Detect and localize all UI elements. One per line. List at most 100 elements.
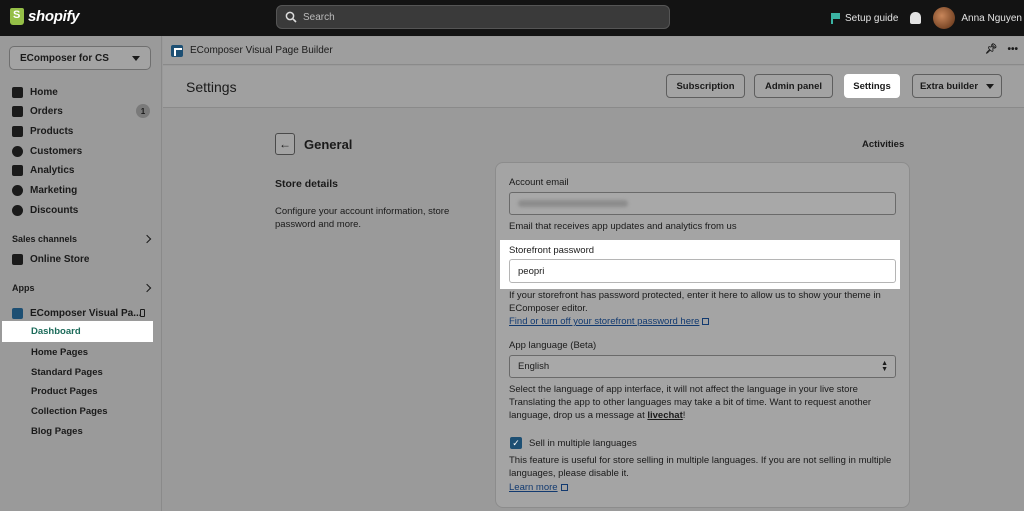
- checkmark-icon: ✓: [512, 437, 520, 448]
- storefront-password-field[interactable]: peopri: [509, 259, 896, 283]
- sell-multiple-languages-label: Sell in multiple languages: [529, 438, 637, 449]
- sidebar-item-orders[interactable]: Orders: [12, 102, 63, 120]
- app-title: EComposer Visual Page Builder: [190, 45, 333, 56]
- arrow-left-icon: ←: [279, 137, 291, 151]
- language-help-line2: Translating the app to other languages m…: [509, 397, 872, 408]
- sidebar-item-label: Marketing: [30, 184, 78, 196]
- search-placeholder: Search: [303, 11, 335, 23]
- learn-more-link[interactable]: Learn more: [509, 481, 568, 494]
- account-email-help: Email that receives app updates and anal…: [509, 221, 737, 232]
- sidebar-item-marketing[interactable]: Marketing: [12, 181, 77, 199]
- sidebar-item-home-pages[interactable]: Home Pages: [31, 344, 88, 360]
- analytics-icon: [12, 164, 23, 176]
- language-help-line1: Select the language of app interface, it…: [509, 384, 858, 395]
- subscription-button[interactable]: Subscription: [666, 74, 745, 98]
- avatar: [933, 7, 956, 29]
- setup-guide-button[interactable]: Setup guide: [831, 12, 899, 24]
- sidebar-item-label: Online Store: [30, 253, 90, 265]
- page-title: Settings: [186, 79, 237, 95]
- page-header: Settings Subscription Admin panel Settin…: [163, 66, 1024, 108]
- tag-icon: [12, 125, 23, 137]
- brand-name: shopify: [28, 8, 80, 25]
- bell-icon[interactable]: [910, 12, 922, 24]
- storefront-link-text: Find or turn off your storefront passwor…: [509, 316, 700, 327]
- caret-down-icon: [132, 55, 140, 61]
- sales-channels-label: Sales channels: [12, 234, 78, 244]
- sidebar-item-label: Home: [30, 86, 58, 98]
- sidebar: EComposer for CS Home Orders 1 Products …: [0, 36, 162, 511]
- settings-button[interactable]: Settings: [844, 74, 900, 98]
- sidebar-item-products[interactable]: Products: [12, 122, 73, 140]
- user-name: Anna Nguyen: [961, 12, 1022, 24]
- top-bar: shopify Search Setup guide Anna Nguyen: [0, 0, 1024, 36]
- setup-guide-label: Setup guide: [845, 12, 899, 24]
- account-email-field[interactable]: [509, 192, 896, 215]
- sidebar-item-label: Customers: [30, 145, 83, 157]
- store-name: EComposer for CS: [20, 52, 109, 64]
- sidebar-item-standard-pages[interactable]: Standard Pages: [31, 364, 103, 380]
- store-selector[interactable]: EComposer for CS: [9, 46, 151, 70]
- ecomposer-logo-icon: [171, 44, 183, 57]
- store-details-title: Store details: [275, 178, 339, 190]
- external-link-icon: [702, 317, 710, 325]
- extra-builder-button[interactable]: Extra builder: [912, 74, 1002, 98]
- flag-icon: [831, 12, 840, 24]
- sidebar-item-customers[interactable]: Customers: [12, 142, 82, 160]
- shopify-bag-icon: [10, 8, 24, 25]
- marketing-icon: [12, 184, 23, 196]
- sidebar-item-label: Products: [30, 125, 74, 137]
- account-email-label: Account email: [509, 177, 569, 188]
- orders-icon: [12, 105, 23, 117]
- multi-lang-help-line2: languages, please disable it.: [509, 468, 629, 479]
- livechat-link[interactable]: livechat: [647, 410, 682, 421]
- storefront-help-line2: EComposer editor.: [509, 303, 588, 314]
- user-menu[interactable]: Anna Nguyen: [933, 7, 1022, 29]
- apps-header[interactable]: Apps: [12, 283, 152, 293]
- learn-more-text: Learn more: [509, 482, 558, 493]
- search-input[interactable]: Search: [276, 5, 670, 29]
- sidebar-item-dashboard[interactable]: Dashboard: [2, 321, 153, 342]
- select-arrows-icon: ▲ ▼: [881, 360, 888, 373]
- app-language-label: App language (Beta): [509, 340, 597, 351]
- orders-count-badge: 1: [136, 104, 150, 118]
- ecomposer-app-icon: [12, 307, 23, 319]
- appbar-actions: 📌︎ •••: [985, 44, 1018, 55]
- section-title: General: [304, 137, 353, 152]
- sales-channels-header[interactable]: Sales channels: [12, 234, 152, 244]
- apps-label: Apps: [12, 283, 35, 293]
- shopify-logo[interactable]: shopify: [10, 8, 80, 25]
- sidebar-item-product-pages[interactable]: Product Pages: [31, 383, 98, 399]
- sidebar-item-online-store[interactable]: Online Store: [12, 250, 89, 268]
- sidebar-item-discounts[interactable]: Discounts: [12, 201, 78, 219]
- discount-icon: [12, 204, 23, 216]
- home-icon: [12, 86, 23, 98]
- language-help-line3: language, drop us a message at livechat!: [509, 409, 685, 422]
- sidebar-item-blog-pages[interactable]: Blog Pages: [31, 423, 83, 439]
- more-options-icon[interactable]: •••: [1007, 44, 1018, 55]
- admin-panel-button[interactable]: Admin panel: [754, 74, 833, 98]
- multi-lang-help-line1: This feature is useful for store selling…: [509, 455, 892, 466]
- activities-link[interactable]: Activities: [862, 139, 904, 150]
- store-icon: [12, 253, 23, 265]
- storefront-password-link[interactable]: Find or turn off your storefront passwor…: [509, 315, 710, 328]
- storefront-password-value: peopri: [518, 265, 545, 277]
- chevron-right-icon: [142, 234, 152, 244]
- back-button[interactable]: ←: [275, 133, 295, 155]
- app-language-value: English: [518, 361, 550, 372]
- top-right-controls: Setup guide Anna Nguyen: [831, 0, 1024, 36]
- pin-icon[interactable]: 📌︎: [985, 44, 998, 55]
- sidebar-item-ecomposer[interactable]: EComposer Visual Pa...: [12, 304, 142, 322]
- storefront-password-label: Storefront password: [509, 245, 595, 256]
- sidebar-item-label: Discounts: [30, 204, 79, 216]
- external-link-icon: [560, 483, 568, 491]
- pin-icon[interactable]: [140, 309, 145, 317]
- sidebar-item-collection-pages[interactable]: Collection Pages: [31, 403, 108, 419]
- chevron-right-icon: [142, 283, 152, 293]
- storefront-help-line1: If your storefront has password protecte…: [509, 290, 881, 301]
- sidebar-item-home[interactable]: Home: [12, 83, 58, 101]
- search-icon: [285, 11, 297, 23]
- sidebar-item-analytics[interactable]: Analytics: [12, 161, 74, 179]
- app-language-select[interactable]: English ▲ ▼: [509, 355, 896, 378]
- person-icon: [12, 145, 23, 157]
- sell-multiple-languages-checkbox[interactable]: ✓: [510, 437, 522, 449]
